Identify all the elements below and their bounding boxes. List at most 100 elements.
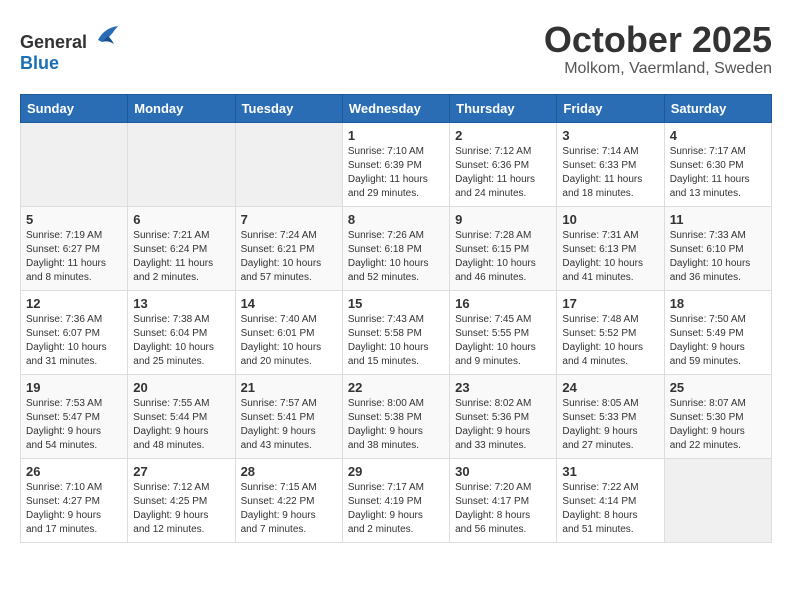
calendar-cell: 8 Sunrise: 7:26 AM Sunset: 6:18 PM Daylig…	[342, 206, 449, 290]
day-number: 8	[348, 212, 444, 227]
day-info: Sunrise: 7:26 AM Sunset: 6:18 PM Dayligh…	[348, 229, 444, 285]
day-number: 4	[670, 128, 766, 143]
day-number: 23	[455, 380, 551, 395]
day-number: 27	[133, 464, 229, 479]
logo: General Blue	[20, 20, 122, 74]
day-info: Sunrise: 7:22 AM Sunset: 4:14 PM Dayligh…	[562, 481, 658, 537]
calendar-week-3: 12 Sunrise: 7:36 AM Sunset: 6:07 PM Dayli…	[21, 290, 772, 374]
calendar-cell: 21Sunrise: 7:57 AM Sunset: 5:41 PM Dayli…	[235, 374, 342, 458]
calendar-cell: 12 Sunrise: 7:36 AM Sunset: 6:07 PM Dayli…	[21, 290, 128, 374]
day-info: Sunrise: 7:57 AM Sunset: 5:41 PM Dayligh…	[241, 397, 337, 453]
calendar-week-2: 5 Sunrise: 7:19 AM Sunset: 6:27 PM Daylig…	[21, 206, 772, 290]
day-info: Sunrise: 7:10 AM Sunset: 6:39 PM Dayligh…	[348, 145, 444, 201]
calendar-cell: 14Sunrise: 7:40 AM Sunset: 6:01 PM Dayli…	[235, 290, 342, 374]
calendar-cell: 5 Sunrise: 7:19 AM Sunset: 6:27 PM Daylig…	[21, 206, 128, 290]
day-number: 31	[562, 464, 658, 479]
calendar-cell: 15Sunrise: 7:43 AM Sunset: 5:58 PM Dayli…	[342, 290, 449, 374]
calendar-cell: 30Sunrise: 7:20 AM Sunset: 4:17 PM Dayli…	[450, 458, 557, 542]
day-number: 2	[455, 128, 551, 143]
day-info: Sunrise: 7:31 AM Sunset: 6:13 PM Dayligh…	[562, 229, 658, 285]
calendar-cell: 6 Sunrise: 7:21 AM Sunset: 6:24 PM Daylig…	[128, 206, 235, 290]
logo-general: General	[20, 32, 87, 52]
day-info: Sunrise: 7:45 AM Sunset: 5:55 PM Dayligh…	[455, 313, 551, 369]
day-number: 12	[26, 296, 122, 311]
calendar-cell: 28 Sunrise: 7:15 AM Sunset: 4:22 PM Dayli…	[235, 458, 342, 542]
day-info: Sunrise: 7:40 AM Sunset: 6:01 PM Dayligh…	[241, 313, 337, 369]
day-number: 25	[670, 380, 766, 395]
calendar-cell: 3 Sunrise: 7:14 AM Sunset: 6:33 PM Daylig…	[557, 122, 664, 206]
day-number: 28	[241, 464, 337, 479]
logo-bird-icon	[94, 20, 122, 48]
page-header: General Blue October 2025 Molkom, Vaerml…	[20, 20, 772, 78]
day-info: Sunrise: 7:48 AM Sunset: 5:52 PM Dayligh…	[562, 313, 658, 369]
day-number: 22	[348, 380, 444, 395]
day-number: 18	[670, 296, 766, 311]
logo-blue: Blue	[20, 53, 59, 73]
calendar-cell	[235, 122, 342, 206]
day-number: 7	[241, 212, 337, 227]
title-section: October 2025 Molkom, Vaermland, Sweden	[544, 20, 772, 78]
weekday-header-monday: Monday	[128, 94, 235, 122]
day-info: Sunrise: 7:53 AM Sunset: 5:47 PM Dayligh…	[26, 397, 122, 453]
day-number: 9	[455, 212, 551, 227]
day-info: Sunrise: 8:00 AM Sunset: 5:38 PM Dayligh…	[348, 397, 444, 453]
calendar-cell: 27Sunrise: 7:12 AM Sunset: 4:25 PM Dayli…	[128, 458, 235, 542]
calendar-week-5: 26Sunrise: 7:10 AM Sunset: 4:27 PM Dayli…	[21, 458, 772, 542]
day-number: 17	[562, 296, 658, 311]
calendar-cell: 2 Sunrise: 7:12 AM Sunset: 6:36 PM Daylig…	[450, 122, 557, 206]
calendar-cell: 25 Sunrise: 8:07 AM Sunset: 5:30 PM Dayli…	[664, 374, 771, 458]
calendar-cell	[128, 122, 235, 206]
calendar-week-1: 1 Sunrise: 7:10 AM Sunset: 6:39 PM Daylig…	[21, 122, 772, 206]
day-number: 6	[133, 212, 229, 227]
day-number: 16	[455, 296, 551, 311]
day-info: Sunrise: 7:43 AM Sunset: 5:58 PM Dayligh…	[348, 313, 444, 369]
calendar-cell: 10 Sunrise: 7:31 AM Sunset: 6:13 PM Dayli…	[557, 206, 664, 290]
calendar-cell: 31 Sunrise: 7:22 AM Sunset: 4:14 PM Dayli…	[557, 458, 664, 542]
day-info: Sunrise: 7:19 AM Sunset: 6:27 PM Dayligh…	[26, 229, 122, 285]
calendar-cell	[664, 458, 771, 542]
calendar-cell: 4 Sunrise: 7:17 AM Sunset: 6:30 PM Daylig…	[664, 122, 771, 206]
day-number: 1	[348, 128, 444, 143]
day-info: Sunrise: 7:10 AM Sunset: 4:27 PM Dayligh…	[26, 481, 122, 537]
day-number: 11	[670, 212, 766, 227]
day-info: Sunrise: 7:28 AM Sunset: 6:15 PM Dayligh…	[455, 229, 551, 285]
calendar-cell: 11Sunrise: 7:33 AM Sunset: 6:10 PM Dayli…	[664, 206, 771, 290]
calendar-cell: 26Sunrise: 7:10 AM Sunset: 4:27 PM Dayli…	[21, 458, 128, 542]
calendar-cell: 18 Sunrise: 7:50 AM Sunset: 5:49 PM Dayli…	[664, 290, 771, 374]
calendar-header-row: SundayMondayTuesdayWednesdayThursdayFrid…	[21, 94, 772, 122]
day-number: 29	[348, 464, 444, 479]
calendar-cell: 29 Sunrise: 7:17 AM Sunset: 4:19 PM Dayli…	[342, 458, 449, 542]
day-info: Sunrise: 7:12 AM Sunset: 6:36 PM Dayligh…	[455, 145, 551, 201]
logo-text: General Blue	[20, 20, 122, 74]
day-info: Sunrise: 8:05 AM Sunset: 5:33 PM Dayligh…	[562, 397, 658, 453]
weekday-header-sunday: Sunday	[21, 94, 128, 122]
calendar-cell: 9 Sunrise: 7:28 AM Sunset: 6:15 PM Daylig…	[450, 206, 557, 290]
calendar-cell: 24 Sunrise: 8:05 AM Sunset: 5:33 PM Dayli…	[557, 374, 664, 458]
calendar-cell: 23Sunrise: 8:02 AM Sunset: 5:36 PM Dayli…	[450, 374, 557, 458]
day-info: Sunrise: 7:38 AM Sunset: 6:04 PM Dayligh…	[133, 313, 229, 369]
day-info: Sunrise: 7:15 AM Sunset: 4:22 PM Dayligh…	[241, 481, 337, 537]
weekday-header-friday: Friday	[557, 94, 664, 122]
calendar-cell: 16 Sunrise: 7:45 AM Sunset: 5:55 PM Dayli…	[450, 290, 557, 374]
day-number: 10	[562, 212, 658, 227]
day-number: 30	[455, 464, 551, 479]
day-info: Sunrise: 8:07 AM Sunset: 5:30 PM Dayligh…	[670, 397, 766, 453]
location-title: Molkom, Vaermland, Sweden	[544, 60, 772, 78]
day-info: Sunrise: 7:36 AM Sunset: 6:07 PM Dayligh…	[26, 313, 122, 369]
day-number: 5	[26, 212, 122, 227]
calendar-cell: 1 Sunrise: 7:10 AM Sunset: 6:39 PM Daylig…	[342, 122, 449, 206]
weekday-header-tuesday: Tuesday	[235, 94, 342, 122]
day-number: 13	[133, 296, 229, 311]
day-number: 3	[562, 128, 658, 143]
day-info: Sunrise: 7:14 AM Sunset: 6:33 PM Dayligh…	[562, 145, 658, 201]
calendar-cell: 19Sunrise: 7:53 AM Sunset: 5:47 PM Dayli…	[21, 374, 128, 458]
calendar-cell: 17 Sunrise: 7:48 AM Sunset: 5:52 PM Dayli…	[557, 290, 664, 374]
day-info: Sunrise: 7:50 AM Sunset: 5:49 PM Dayligh…	[670, 313, 766, 369]
day-info: Sunrise: 7:24 AM Sunset: 6:21 PM Dayligh…	[241, 229, 337, 285]
day-number: 24	[562, 380, 658, 395]
day-info: Sunrise: 7:21 AM Sunset: 6:24 PM Dayligh…	[133, 229, 229, 285]
calendar-week-4: 19Sunrise: 7:53 AM Sunset: 5:47 PM Dayli…	[21, 374, 772, 458]
calendar-cell: 7 Sunrise: 7:24 AM Sunset: 6:21 PM Daylig…	[235, 206, 342, 290]
day-info: Sunrise: 7:17 AM Sunset: 4:19 PM Dayligh…	[348, 481, 444, 537]
day-info: Sunrise: 7:17 AM Sunset: 6:30 PM Dayligh…	[670, 145, 766, 201]
